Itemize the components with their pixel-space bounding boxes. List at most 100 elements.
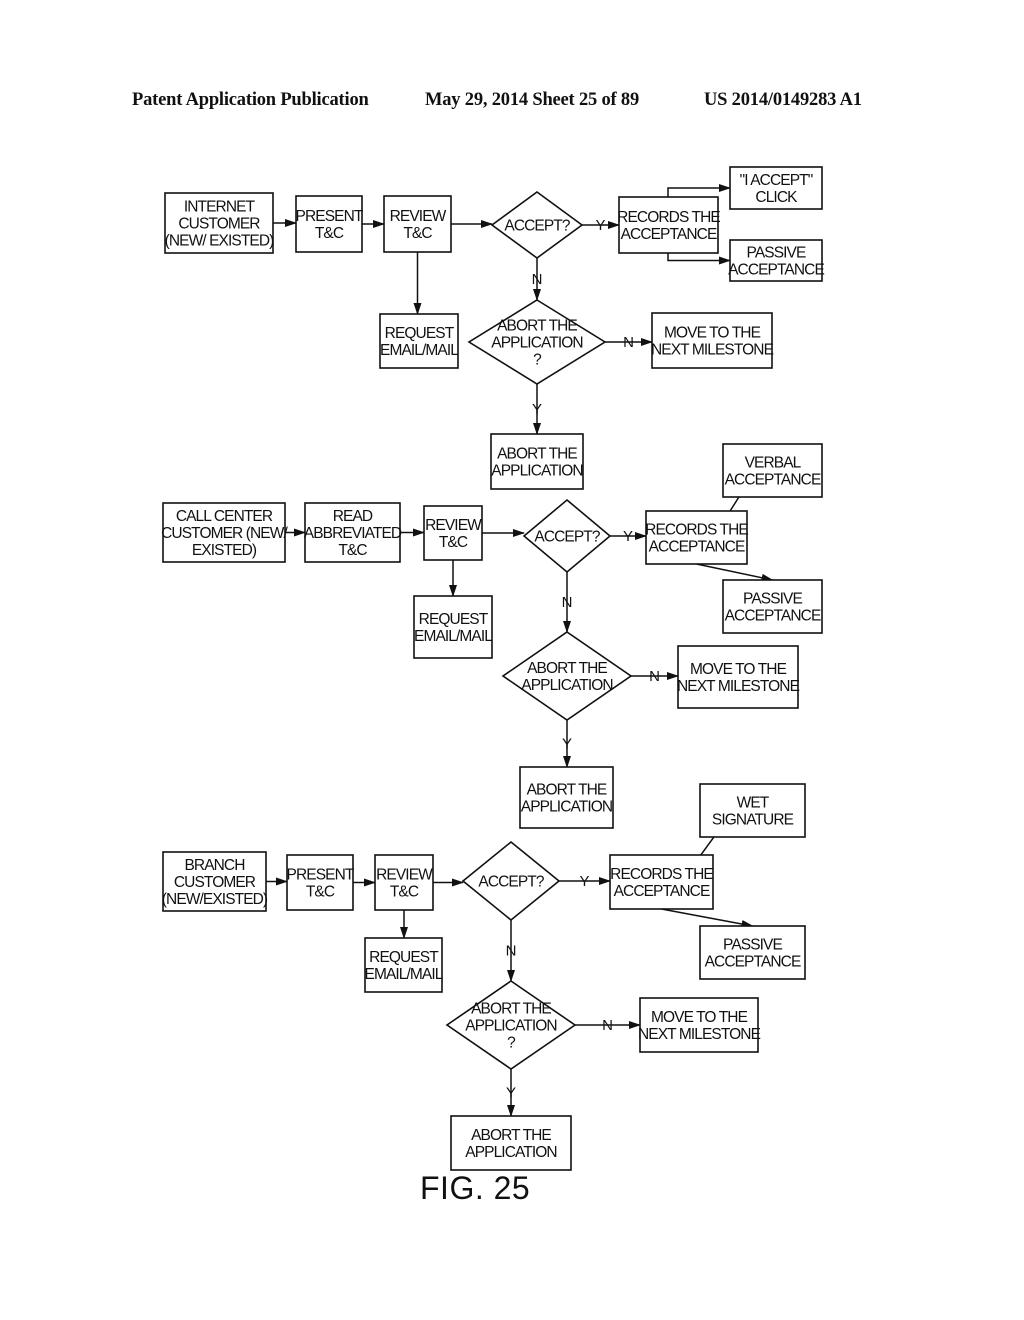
node-label-line: ? (533, 352, 542, 369)
node-label-line: MOVE TO THE (664, 325, 761, 342)
node-wet-signature: WETSIGNATURE (699, 783, 806, 838)
node-label-line: ACCEPT? (504, 218, 570, 235)
figure-caption: FIG. 25 (420, 1170, 531, 1206)
node-abort-decision-2: ABORT THEAPPLICATION (501, 631, 633, 721)
node-label-line: APPLICATION (491, 463, 582, 480)
node-label-line: ABORT THE (471, 1001, 551, 1018)
node-label-line: APPLICATION (491, 335, 582, 352)
node-label-line: VERBAL (745, 455, 802, 472)
node-label-line: T&C (390, 884, 419, 901)
node-label-line: APPLICATION (521, 799, 612, 816)
node-label-line: T&C (306, 884, 335, 901)
node-label-line: ACCEPTANCE (649, 539, 745, 556)
node-label-line: (NEW/ EXISTED) (165, 233, 275, 250)
node-label-line: ABORT THE (497, 318, 577, 335)
node-label-line: RECORDS THE (617, 209, 720, 226)
node-records-acceptance-3: RECORDS THEACCEPTANCE (609, 854, 714, 910)
node-label-line: ABORT THE (471, 1127, 551, 1144)
node-label-line: RECORDS THE (645, 522, 748, 539)
node-abort-app-2: ABORT THEAPPLICATION (519, 766, 614, 829)
node-next-milestone-2: MOVE TO THENEXT MILESTONE (677, 645, 800, 709)
node-request-email-2: REQUESTEMAIL/MAIL (413, 595, 494, 659)
node-label-line: ACCEPTANCE (614, 883, 710, 900)
node-label-line: REVIEW (376, 867, 433, 884)
node-label-line: CUSTOMER (178, 216, 260, 233)
node-label-line: APPLICATION (465, 1018, 556, 1035)
node-label-line: "I ACCEPT" (740, 172, 813, 189)
node-label-line: REQUEST (385, 325, 455, 342)
node-label-line: ? (507, 1035, 516, 1052)
node-label-line: EMAIL/MAIL (380, 342, 459, 359)
node-passive-acceptance-3: PASSIVEACCEPTANCE (699, 925, 806, 980)
node-label-line: EMAIL/MAIL (365, 966, 444, 983)
node-label-line: APPLICATION (465, 1144, 556, 1161)
node-label-line: T&C (403, 225, 432, 242)
node-label-line: (NEW/EXISTED) (162, 891, 268, 908)
node-label-line: NEXT MILESTONE (651, 342, 774, 359)
node-label-line: MOVE TO THE (690, 661, 787, 678)
node-label-line: WET (737, 795, 770, 812)
node-label-line: EMAIL/MAIL (414, 628, 493, 645)
node-accept-3: ACCEPT? (461, 840, 561, 922)
node-passive-acceptance-2: PASSIVEACCEPTANCE (722, 579, 823, 634)
node-verbal-acceptance: VERBALACCEPTANCE (722, 443, 823, 498)
edge-records-acceptance-3-to-passive-acceptance-3 (661, 908, 754, 928)
node-label-line: PRESENT (296, 208, 364, 225)
node-review-tc-2: REVIEWT&C (423, 505, 483, 561)
node-label-line: INTERNET (184, 199, 256, 216)
edge-records-acceptance-2-to-passive-acceptance-2 (696, 563, 774, 582)
node-records-acceptance-2: RECORDS THEACCEPTANCE (645, 510, 749, 565)
node-label-line: ABORT THE (527, 660, 607, 677)
node-abort-decision-3: ABORT THEAPPLICATION? (445, 980, 577, 1070)
flowchart: YNNYYNNYYNNY INTERNETCUSTOMER(NEW/ EXIST… (161, 166, 825, 1171)
node-label-line: REQUEST (419, 611, 489, 628)
node-accept-2: ACCEPT? (522, 498, 612, 574)
node-present-tc-1: PRESENTT&C (295, 195, 365, 253)
node-label-line: NEXT MILESTONE (677, 678, 800, 695)
node-label-line: CALL CENTER (176, 508, 273, 525)
node-label-line: RECORDS THE (610, 866, 713, 883)
node-label-line: EXISTED) (192, 542, 257, 559)
node-i-accept-click: "I ACCEPT"CLICK (729, 166, 823, 210)
node-review-tc-3: REVIEWT&C (374, 854, 434, 911)
node-label-line: ACCEPTANCE (705, 954, 801, 971)
node-label-line: ABORT THE (497, 446, 577, 463)
node-label-line: ACCEPT? (534, 529, 600, 546)
nodes-layer: INTERNETCUSTOMER(NEW/ EXISTED)PRESENTT&C… (161, 166, 825, 1171)
node-label-line: ACCEPTANCE (725, 472, 821, 489)
node-label-line: ABORT THE (527, 782, 607, 799)
node-label-line: T&C (439, 534, 468, 551)
node-label-line: REQUEST (369, 949, 439, 966)
node-label-line: PRESENT (287, 867, 355, 884)
node-label-line: REVIEW (390, 208, 447, 225)
node-label-line: APPLICATION (521, 677, 612, 694)
node-label-line: READ (333, 508, 373, 525)
node-internet-customer: INTERNETCUSTOMER(NEW/ EXISTED) (164, 192, 275, 254)
node-read-abbreviated-tc: READABBREVIATEDT&C (304, 502, 403, 563)
node-call-center-customer: CALL CENTERCUSTOMER (NEW/EXISTED) (161, 502, 289, 563)
node-passive-acceptance-1: PASSIVEACCEPTANCE (728, 239, 825, 282)
node-label-line: T&C (315, 225, 344, 242)
node-label-line: NEXT MILESTONE (638, 1026, 761, 1043)
node-label-line: MOVE TO THE (651, 1009, 748, 1026)
node-label-line: CUSTOMER (NEW/ (161, 525, 288, 542)
node-abort-app-1: ABORT THEAPPLICATION (490, 433, 584, 490)
node-label-line: T&C (338, 542, 367, 559)
node-label-line: ACCEPTANCE (728, 262, 824, 279)
node-label-line: BRANCH (184, 857, 244, 874)
node-label-line: CLICK (755, 189, 798, 206)
node-label-line: PASSIVE (723, 937, 782, 954)
node-next-milestone-1: MOVE TO THENEXT MILESTONE (651, 312, 774, 369)
node-label-line: SIGNATURE (712, 812, 794, 829)
edge-records-acceptance-1-to-passive-acceptance-1 (667, 253, 731, 265)
node-label-line: PASSIVE (743, 591, 802, 608)
node-next-milestone-3: MOVE TO THENEXT MILESTONE (638, 997, 761, 1053)
node-label-line: ACCEPT? (478, 874, 544, 891)
node-request-email-3: REQUESTEMAIL/MAIL (364, 937, 445, 993)
node-review-tc-1: REVIEWT&C (383, 195, 452, 253)
node-abort-decision-1: ABORT THEAPPLICATION? (467, 299, 607, 385)
node-accept-1: ACCEPT? (490, 191, 584, 259)
node-abort-app-3: ABORT THEAPPLICATION (450, 1115, 572, 1171)
node-request-email-1: REQUESTEMAIL/MAIL (379, 313, 460, 369)
node-label-line: ACCEPTANCE (621, 226, 717, 243)
